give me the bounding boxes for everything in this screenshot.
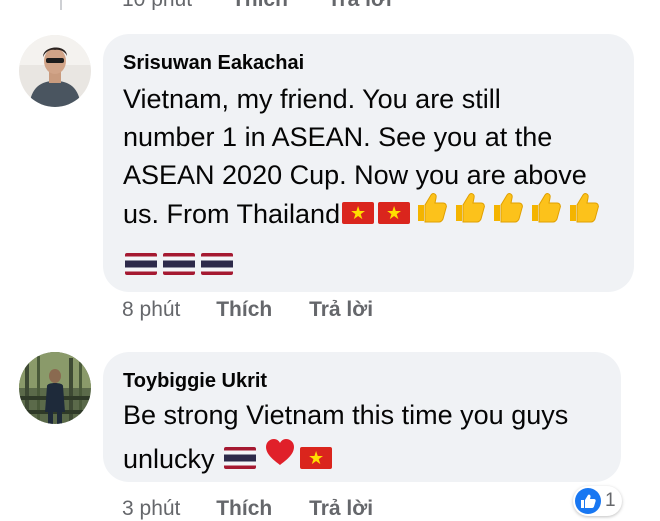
comment-text-line: ASEAN 2020 Cup. Now you are above <box>123 160 587 190</box>
thumbs-up-icon <box>566 193 602 238</box>
previous-comment-time: 10 phút <box>122 0 192 10</box>
thumbs-up-icon <box>490 193 526 238</box>
comment-bubble: Srisuwan Eakachai Vietnam, my friend. Yo… <box>103 34 634 292</box>
vietnam-flag-icon: ★ <box>342 202 375 224</box>
thread-line <box>60 0 62 10</box>
reply-button[interactable]: Trả lời <box>309 497 373 521</box>
reaction-count: 1 <box>605 490 616 511</box>
thumbs-up-icon <box>414 193 450 238</box>
comment-text-line-with-emoji: us. From Thailand ★ ★ <box>123 193 602 238</box>
comment-text-line: Vietnam, my friend. You are still <box>123 84 501 114</box>
comment-actions: 8 phút Thích Trả lời <box>122 298 373 322</box>
red-heart-icon <box>262 439 298 482</box>
comment-text: Be strong Vietnam this time you guys unl… <box>123 396 568 482</box>
comment-text-line: unlucky <box>123 444 215 475</box>
comment-author[interactable]: Srisuwan Eakachai <box>123 52 304 75</box>
previous-comment-actions: 10 phút Thích Trả lời <box>0 0 660 10</box>
comment-text: Vietnam, my friend. You are still number… <box>123 80 602 284</box>
avatar[interactable] <box>19 352 91 424</box>
like-reaction-icon <box>575 488 601 514</box>
reply-button[interactable]: Trả lời <box>309 298 373 322</box>
thailand-flag-icon <box>224 447 257 469</box>
like-button[interactable]: Thích <box>216 497 272 521</box>
thailand-flag-icon <box>125 252 157 275</box>
thumbs-up-icon <box>528 193 564 238</box>
comment-emoji-line <box>123 246 602 284</box>
vietnam-flag-icon: ★ <box>378 202 411 224</box>
comment-bubble: Toybiggie Ukrit Be strong Vietnam this t… <box>103 352 621 482</box>
like-button[interactable]: Thích <box>216 298 272 322</box>
avatar[interactable] <box>19 35 91 107</box>
comment-time[interactable]: 3 phút <box>122 497 180 521</box>
thailand-flag-icon <box>201 252 233 275</box>
vietnam-flag-icon: ★ <box>300 447 333 469</box>
previous-comment-reply-button[interactable]: Trả lời <box>328 0 392 10</box>
reaction-badge[interactable]: 1 <box>573 486 622 516</box>
comment-text-line-with-emoji: unlucky ★ <box>123 439 568 482</box>
previous-comment-meta: 10 phút Thích Trả lời <box>122 0 426 10</box>
thumbs-up-icon <box>452 193 488 238</box>
comment-author[interactable]: Toybiggie Ukrit <box>123 370 267 393</box>
comment-text-line: us. From Thailand <box>123 199 341 230</box>
avatar-photo-icon <box>19 35 91 107</box>
comment-text-line: number 1 in ASEAN. See you at the <box>123 122 553 152</box>
thailand-flag-icon <box>163 252 195 275</box>
comment-time[interactable]: 8 phút <box>122 298 180 322</box>
comment-actions: 3 phút Thích Trả lời <box>122 497 373 521</box>
comment-text-line: Be strong Vietnam this time you guys <box>123 400 569 430</box>
previous-comment-like-button[interactable]: Thích <box>232 0 288 10</box>
avatar-photo-icon <box>19 352 91 424</box>
